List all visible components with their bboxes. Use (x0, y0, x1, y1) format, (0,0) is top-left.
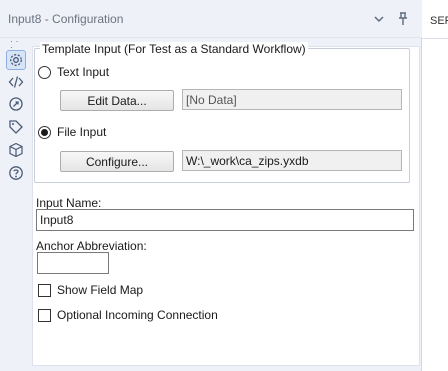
show-field-map-checkbox[interactable] (38, 284, 51, 297)
adjacent-panel-divider (422, 38, 448, 39)
file-input-radio[interactable] (38, 126, 51, 139)
input-name-label: Input Name: (36, 196, 102, 210)
text-input-label[interactable]: Text Input (57, 65, 109, 79)
panel-title: Input8 - Configuration (8, 12, 124, 26)
edit-data-button[interactable]: Edit Data... (60, 90, 174, 111)
anchor-abbreviation-field[interactable] (37, 252, 109, 274)
file-path-field: W:\_work\ca_zips.yxdb (182, 150, 402, 171)
text-input-radio[interactable] (38, 66, 51, 79)
cube-icon[interactable] (6, 140, 26, 160)
panel-title-bar: Input8 - Configuration (0, 0, 422, 38)
text-input-value-field: [No Data] (182, 89, 402, 110)
gear-icon[interactable] (6, 50, 26, 70)
adjacent-panel-label: SER (430, 15, 448, 27)
tag-icon[interactable] (6, 117, 26, 137)
code-icon[interactable] (6, 72, 26, 92)
annotation-icon[interactable] (6, 94, 26, 114)
help-icon[interactable] (6, 163, 26, 183)
template-input-legend: Template Input (For Test as a Standard W… (40, 42, 308, 56)
chevron-down-icon[interactable] (370, 10, 388, 28)
anchor-abbreviation-label: Anchor Abbreviation: (36, 239, 147, 253)
optional-incoming-connection-checkbox[interactable] (38, 309, 51, 322)
file-input-label[interactable]: File Input (57, 125, 106, 139)
adjacent-panel: SER (422, 0, 448, 371)
input-name-field[interactable]: Input8 (36, 209, 414, 231)
optional-incoming-connection-label[interactable]: Optional Incoming Connection (57, 308, 218, 322)
toolbar-grip[interactable]: · · · (10, 37, 22, 52)
pin-icon[interactable] (394, 10, 412, 28)
show-field-map-label[interactable]: Show Field Map (57, 283, 143, 297)
configure-button[interactable]: Configure... (60, 151, 174, 172)
